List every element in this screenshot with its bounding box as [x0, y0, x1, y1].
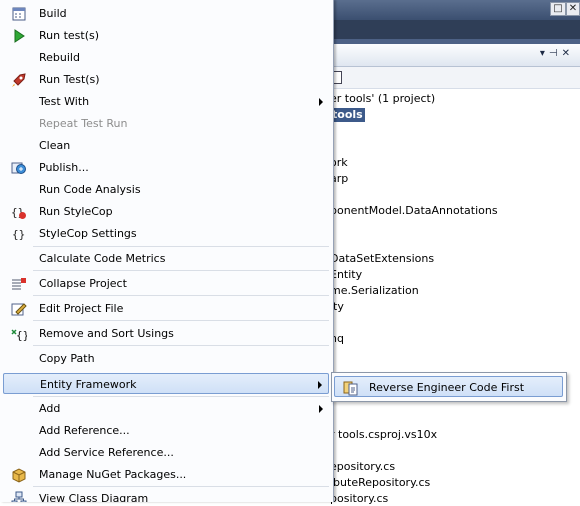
tree-item[interactable]: pository.cs [330, 492, 388, 506]
tree-item[interactable]: ponentModel.DataAnnotations [330, 204, 498, 218]
menu-item-label: Publish... [39, 161, 89, 174]
submenu-arrow-icon [319, 405, 323, 413]
submenu-arrow-icon [318, 381, 322, 389]
menu-item-label: Remove and Sort Usings [39, 327, 174, 340]
menu-item-label: Clean [39, 139, 71, 152]
menu-separator [33, 396, 329, 397]
menu-item-collapse-project[interactable]: Collapse Project [3, 273, 329, 294]
tree-item[interactable]: DataSetExtensions [330, 252, 434, 266]
menu-item-clean[interactable]: Clean [3, 135, 329, 156]
menu-item-label: Run test(s) [39, 29, 100, 42]
sort-usings-icon: {} [11, 326, 27, 342]
tree-item[interactable]: er tools' (1 project) [330, 92, 435, 106]
edit-project-icon [11, 301, 27, 317]
menu-item-build[interactable]: Build [3, 3, 329, 24]
class-diagram-icon [11, 491, 27, 502]
menu-separator [33, 270, 329, 271]
menu-item-label: Run StyleCop [39, 205, 113, 218]
tree-item-selected[interactable]: tools [330, 108, 365, 122]
menu-item-add-service-reference[interactable]: Add Service Reference... [3, 442, 329, 463]
tree-item[interactable]: me.Serialization [330, 284, 419, 298]
project-context-menu: Build Run test(s) Rebuild Run Test(s) Te… [0, 0, 334, 502]
rocket-icon [11, 72, 27, 88]
menu-item-repeat-test-run: Repeat Test Run [3, 113, 329, 134]
menu-item-add-reference[interactable]: Add Reference... [3, 420, 329, 441]
menu-item-edit-project-file[interactable]: Edit Project File [3, 298, 329, 319]
panel-dropdown-icon[interactable]: ▾ [540, 48, 549, 59]
svg-text:{}: {} [12, 228, 25, 241]
menu-separator [33, 486, 329, 487]
menu-item-run-tests[interactable]: Run test(s) [3, 25, 329, 46]
tree-item[interactable]: ibuteRepository.cs [330, 476, 430, 490]
submenu-arrow-icon [319, 98, 323, 106]
menu-item-stylecop-settings[interactable]: {} StyleCop Settings [3, 223, 329, 244]
menu-item-test-with[interactable]: Test With [3, 91, 329, 112]
menu-item-label: Calculate Code Metrics [39, 252, 166, 265]
stylecop-run-icon: {} [11, 204, 27, 220]
maximize-icon[interactable]: □ [550, 2, 566, 16]
menu-item-label: Manage NuGet Packages... [39, 468, 187, 481]
menu-item-label: Test With [39, 95, 90, 108]
menu-item-run-code-analysis[interactable]: Run Code Analysis [3, 179, 329, 200]
tree-item[interactable]: Entity [330, 268, 362, 282]
menu-item-label: Build [39, 7, 67, 20]
menu-item-publish[interactable]: Publish... [3, 157, 329, 178]
menu-item-label: Add Reference... [39, 424, 130, 437]
menu-item-label: Reverse Engineer Code First [369, 381, 525, 394]
menu-item-calculate-code-metrics[interactable]: Calculate Code Metrics [3, 248, 329, 269]
menu-item-reverse-engineer-code-first[interactable]: Reverse Engineer Code First [334, 376, 563, 397]
menu-item-label: Run Test(s) [39, 73, 100, 86]
collapse-project-icon [11, 276, 27, 292]
run-test-play-icon [11, 28, 27, 44]
entity-framework-submenu: Reverse Engineer Code First [331, 372, 567, 402]
close-window-icon[interactable]: ✕ [566, 2, 580, 16]
menu-item-run-tests-resharper[interactable]: Run Test(s) [3, 69, 329, 90]
svg-text:{}: {} [16, 329, 27, 342]
menu-item-label: Run Code Analysis [39, 183, 141, 196]
tree-item[interactable]: epository.cs [330, 460, 395, 474]
menu-item-rebuild[interactable]: Rebuild [3, 47, 329, 68]
tree-item[interactable]: r tools.csproj.vs10x [330, 428, 437, 442]
stylecop-settings-icon: {} [11, 226, 27, 242]
menu-item-label: Copy Path [39, 352, 95, 365]
menu-item-label: StyleCop Settings [39, 227, 137, 240]
publish-icon [11, 160, 27, 176]
menu-separator [33, 246, 329, 247]
menu-item-label: Edit Project File [39, 302, 124, 315]
reverse-engineer-icon [343, 380, 359, 396]
menu-item-run-stylecop[interactable]: {} Run StyleCop [3, 201, 329, 222]
menu-item-entity-framework[interactable]: Entity Framework [3, 373, 329, 394]
menu-item-copy-path[interactable]: Copy Path [3, 348, 329, 369]
menu-item-remove-sort-usings[interactable]: {} Remove and Sort Usings [3, 323, 329, 344]
nuget-icon [11, 467, 27, 483]
menu-item-label: Collapse Project [39, 277, 127, 290]
panel-pin-icon[interactable]: ⊣ [549, 48, 562, 59]
menu-item-label: Add Service Reference... [39, 446, 174, 459]
menu-item-add[interactable]: Add [3, 398, 329, 419]
menu-item-label: Add [39, 402, 61, 415]
menu-separator [33, 345, 329, 346]
build-icon [11, 6, 27, 22]
panel-close-icon[interactable]: ✕ [562, 48, 574, 59]
menu-item-label: Rebuild [39, 51, 80, 64]
menu-item-manage-nuget[interactable]: Manage NuGet Packages... [3, 464, 329, 485]
menu-item-label: Repeat Test Run [39, 117, 128, 130]
menu-item-label: Entity Framework [40, 378, 137, 391]
menu-item-label: View Class Diagram [39, 492, 149, 502]
menu-separator [33, 320, 329, 321]
menu-separator [33, 295, 329, 296]
panel-buttons: ▾⊣✕ [540, 48, 574, 59]
menu-item-view-class-diagram[interactable]: View Class Diagram [3, 488, 329, 502]
